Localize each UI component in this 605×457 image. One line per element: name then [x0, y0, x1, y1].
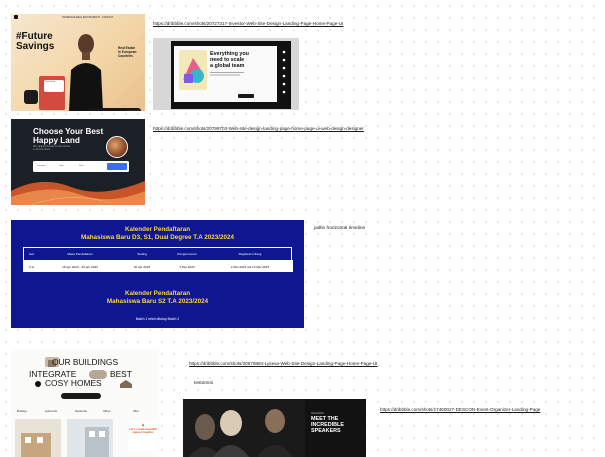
house-icon: [120, 380, 132, 388]
column-header: Masa Pendaftaran: [67, 252, 93, 257]
search-field: Type: [59, 164, 64, 167]
buildings-screenshot[interactable]: OUR BUILDINGS INTEGRATE BEST COSY HOMES …: [11, 349, 159, 457]
dune-image: [11, 181, 145, 205]
filter-item: Apartments: [45, 410, 58, 413]
goals-widget: Your Goals: [44, 80, 64, 92]
cta-button: [238, 94, 254, 98]
filter-item: Villas: [133, 410, 139, 413]
card-nav: HOMEPAGE REAL ESTATE ABOUT CONTACT: [14, 15, 142, 19]
column-header: Pengumuman: [177, 252, 197, 257]
speakers-photo: [183, 399, 305, 457]
building-photo: [15, 419, 61, 457]
search-field: Location: [37, 164, 46, 167]
filter-item: Offices: [103, 410, 111, 413]
speakers-eyebrow: SPEAKERS: [311, 412, 324, 415]
future-savings-screenshot[interactable]: HOMEPAGE REAL ESTATE ABOUT CONTACT #Futu…: [11, 14, 145, 111]
filter-item: Buildings: [17, 410, 27, 413]
kalender-title: Kalender Pendaftaran Mahasiswa Baru D3, …: [80, 226, 235, 241]
column-header: Registrasi Ulang: [238, 252, 262, 257]
speakers-heading: MEET THE INCREDIBLE SPEAKERS: [311, 416, 344, 434]
link-buildings[interactable]: https://dribbble.com/shots/20676884-Lyse…: [189, 361, 377, 366]
link-future-savings[interactable]: https://dribbble.com/shots/20727317-Inve…: [153, 21, 343, 26]
filter-item: Residential: [75, 410, 87, 413]
side-dots: [277, 46, 291, 102]
happy-land-heading: Choose Your Best Happy Land: [33, 127, 104, 145]
table-cell: II-G: [29, 264, 35, 269]
column-header: Gel: [29, 252, 34, 257]
shapes-illustration: [179, 50, 207, 90]
kalender-title-s2: Kalender Pendaftaran Mahasiswa Baru S2 T…: [106, 290, 209, 305]
search-field: Price: [79, 164, 84, 167]
nav-item: ABOUT: [92, 15, 101, 19]
promo-card: ◆ Let's create beautiful spaces together: [128, 421, 158, 451]
page-heading: Everything you need to scale a global te…: [210, 51, 249, 69]
avatar: [106, 136, 128, 158]
column-header: Testing: [137, 252, 147, 257]
happy-land-screenshot[interactable]: Choose Your Best Happy Land We Helped Pe…: [11, 119, 145, 205]
headline-line: COSY HOMES: [45, 378, 102, 388]
headline-line: BEST: [110, 369, 132, 379]
table-header: Gel Masa Pendaftaran Testing Pengumuman …: [24, 248, 293, 260]
nav-item: REAL ESTATE: [76, 15, 92, 19]
kalender-banner: Kalender Pendaftaran Mahasiswa Baru D3, …: [11, 220, 304, 328]
happy-land-tagline: We Helped People to Get Home in All Coun…: [33, 145, 71, 152]
filter-row: Buildings Apartments Residential Offices…: [17, 410, 157, 415]
app-icon: [24, 90, 38, 104]
speakers-screenshot[interactable]: SPEAKERS MEET THE INCREDIBLE SPEAKERS: [183, 399, 366, 457]
search-button: [107, 163, 127, 170]
table-cell: 30 apr 2023: [133, 264, 151, 269]
batch-note: Batch 1 telah ditutup Batch 2: [135, 317, 180, 321]
cta-pill: [61, 393, 101, 399]
table-cell: 2 Mei 2023 s/d 13 Mei 2023: [230, 264, 270, 269]
hero-title: #Future Savings: [16, 31, 55, 52]
testimoni-note: testomini: [194, 381, 214, 386]
circle-icon: [35, 381, 41, 387]
stats-thumb: [126, 110, 140, 111]
logo-icon: [14, 15, 18, 19]
table-row: II-G 15 apr 2023 - 30 apr 2023 30 apr 20…: [24, 260, 293, 273]
link-speakers[interactable]: https://dribbble.com/shots/17460027-DESC…: [380, 407, 540, 412]
timeline-note: jadlin horizontal timeline: [314, 226, 366, 231]
schedule-table: Gel Masa Pendaftaran Testing Pengumuman …: [23, 247, 293, 273]
nav-item: CONTACT: [102, 15, 114, 19]
person-image: [69, 34, 103, 111]
building-photo: [67, 419, 113, 457]
table-cell: 2 Mei 2023: [179, 264, 195, 269]
link-happy-land[interactable]: https://dribbble.com/shots/20799703-Web-…: [153, 126, 364, 131]
table-cell: 15 apr 2023 - 30 apr 2023: [62, 264, 98, 269]
hero-subtitle: Real Estate In European Countries: [118, 46, 137, 58]
nav-item: HOMEPAGE: [62, 15, 76, 19]
everything-screenshot[interactable]: Everything you need to scale a global te…: [153, 38, 299, 110]
body-text-lines: [210, 72, 244, 76]
headline-line: OUR BUILDINGS: [51, 357, 119, 367]
